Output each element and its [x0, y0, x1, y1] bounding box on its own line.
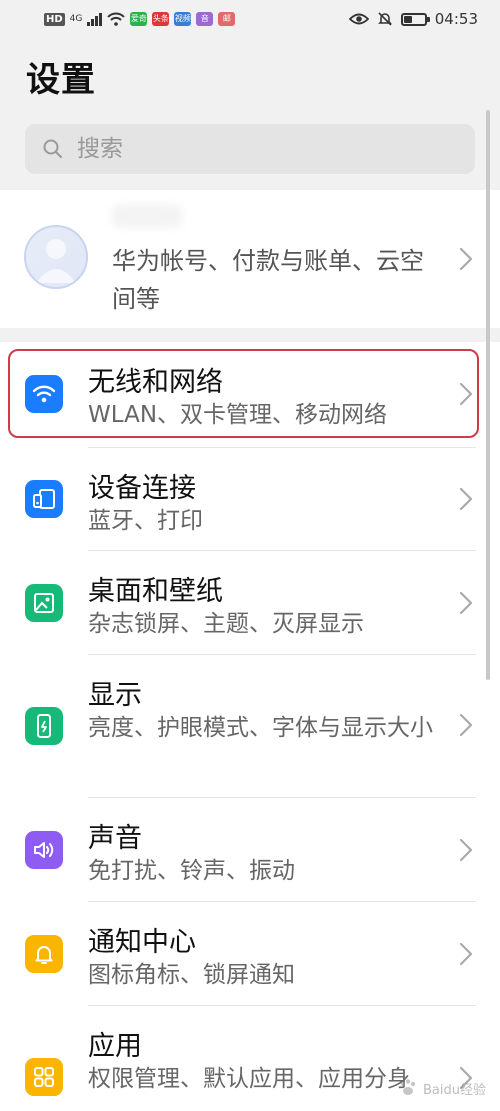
settings-list: 无线和网络 WLAN、双卡管理、移动网络 设备连接 蓝牙、打印 桌面和壁纸 杂志… [0, 342, 500, 1111]
iqiyi-app-icon: 爱奇 [130, 12, 148, 26]
item-subtitle: 图标角标、锁屏通知 [88, 962, 295, 988]
display-icon [25, 707, 63, 745]
settings-item-notification-center[interactable]: 通知中心 图标角标、锁屏通知 [0, 902, 500, 1006]
avatar[interactable] [24, 225, 88, 289]
settings-item-sound[interactable]: 声音 免打扰、铃声、振动 [0, 798, 500, 902]
watermark-text: Baidu经验 [423, 1082, 486, 1098]
chevron-right-icon [459, 487, 473, 511]
item-subtitle: 杂志锁屏、主题、灭屏显示 [88, 611, 364, 637]
music-app-icon: 音 [196, 12, 214, 26]
mute-bell-icon [377, 12, 392, 26]
item-title: 声音 [88, 823, 142, 854]
item-title: 显示 [88, 680, 142, 711]
status-time: 04:53 [434, 10, 478, 28]
item-title: 应用 [88, 1031, 142, 1062]
item-subtitle: WLAN、双卡管理、移动网络 [88, 402, 388, 428]
chevron-right-icon [459, 942, 473, 966]
signal-icon [87, 12, 103, 26]
item-subtitle: 蓝牙、打印 [88, 508, 203, 534]
user-silhouette-icon [36, 239, 76, 283]
account-card[interactable]: 华为帐号、付款与账单、云空间等 [0, 190, 500, 328]
wifi-icon [25, 375, 63, 413]
video-app-icon: 视频 [174, 12, 192, 26]
search-bar[interactable] [25, 124, 475, 174]
chevron-right-icon [459, 382, 473, 406]
chevron-right-icon [459, 838, 473, 862]
battery-icon [400, 12, 430, 26]
eye-comfort-icon [348, 13, 369, 25]
page-title: 设置 [26, 60, 96, 100]
status-bar: HD 4G 爱奇 头条 视频 音 邮 04:53 [0, 0, 500, 38]
search-input[interactable] [77, 136, 457, 162]
chevron-right-icon [459, 247, 473, 271]
sound-icon [25, 831, 63, 869]
search-icon [43, 139, 62, 158]
item-title: 通知中心 [88, 927, 196, 958]
item-title: 桌面和壁纸 [88, 576, 223, 607]
item-title: 无线和网络 [88, 367, 223, 398]
settings-item-device-connection[interactable]: 设备连接 蓝牙、打印 [0, 448, 500, 551]
network-type: 4G [69, 14, 83, 24]
scrollbar[interactable] [486, 110, 490, 680]
mail-app-icon: 邮 [218, 12, 236, 26]
news-app-icon: 头条 [152, 12, 170, 26]
item-subtitle: 亮度、护眼模式、字体与显示大小 [88, 715, 433, 741]
account-name-blurred [112, 204, 182, 228]
item-title: 设备连接 [88, 473, 196, 504]
hd-indicator: HD [44, 12, 65, 26]
item-subtitle: 免打扰、铃声、振动 [88, 858, 295, 884]
paw-icon [400, 1079, 416, 1095]
chevron-right-icon [459, 713, 473, 737]
apps-icon [25, 1058, 63, 1096]
settings-item-wireless-network[interactable]: 无线和网络 WLAN、双卡管理、移动网络 [0, 342, 500, 448]
account-description: 华为帐号、付款与账单、云空间等 [112, 247, 424, 313]
notification-icon [25, 935, 63, 973]
watermark: Baidu经验 [397, 1077, 486, 1099]
wifi-status-icon [107, 12, 126, 26]
section-gap [0, 328, 500, 342]
status-left: HD 4G 爱奇 头条 视频 音 邮 [44, 12, 236, 26]
wallpaper-icon [25, 584, 63, 622]
device-connection-icon [25, 480, 63, 518]
chevron-right-icon [459, 591, 473, 615]
settings-item-home-wallpaper[interactable]: 桌面和壁纸 杂志锁屏、主题、灭屏显示 [0, 551, 500, 655]
settings-item-display[interactable]: 显示 亮度、护眼模式、字体与显示大小 [0, 655, 500, 798]
status-right: 04:53 [348, 10, 478, 28]
item-subtitle: 权限管理、默认应用、应用分身 [88, 1066, 410, 1092]
